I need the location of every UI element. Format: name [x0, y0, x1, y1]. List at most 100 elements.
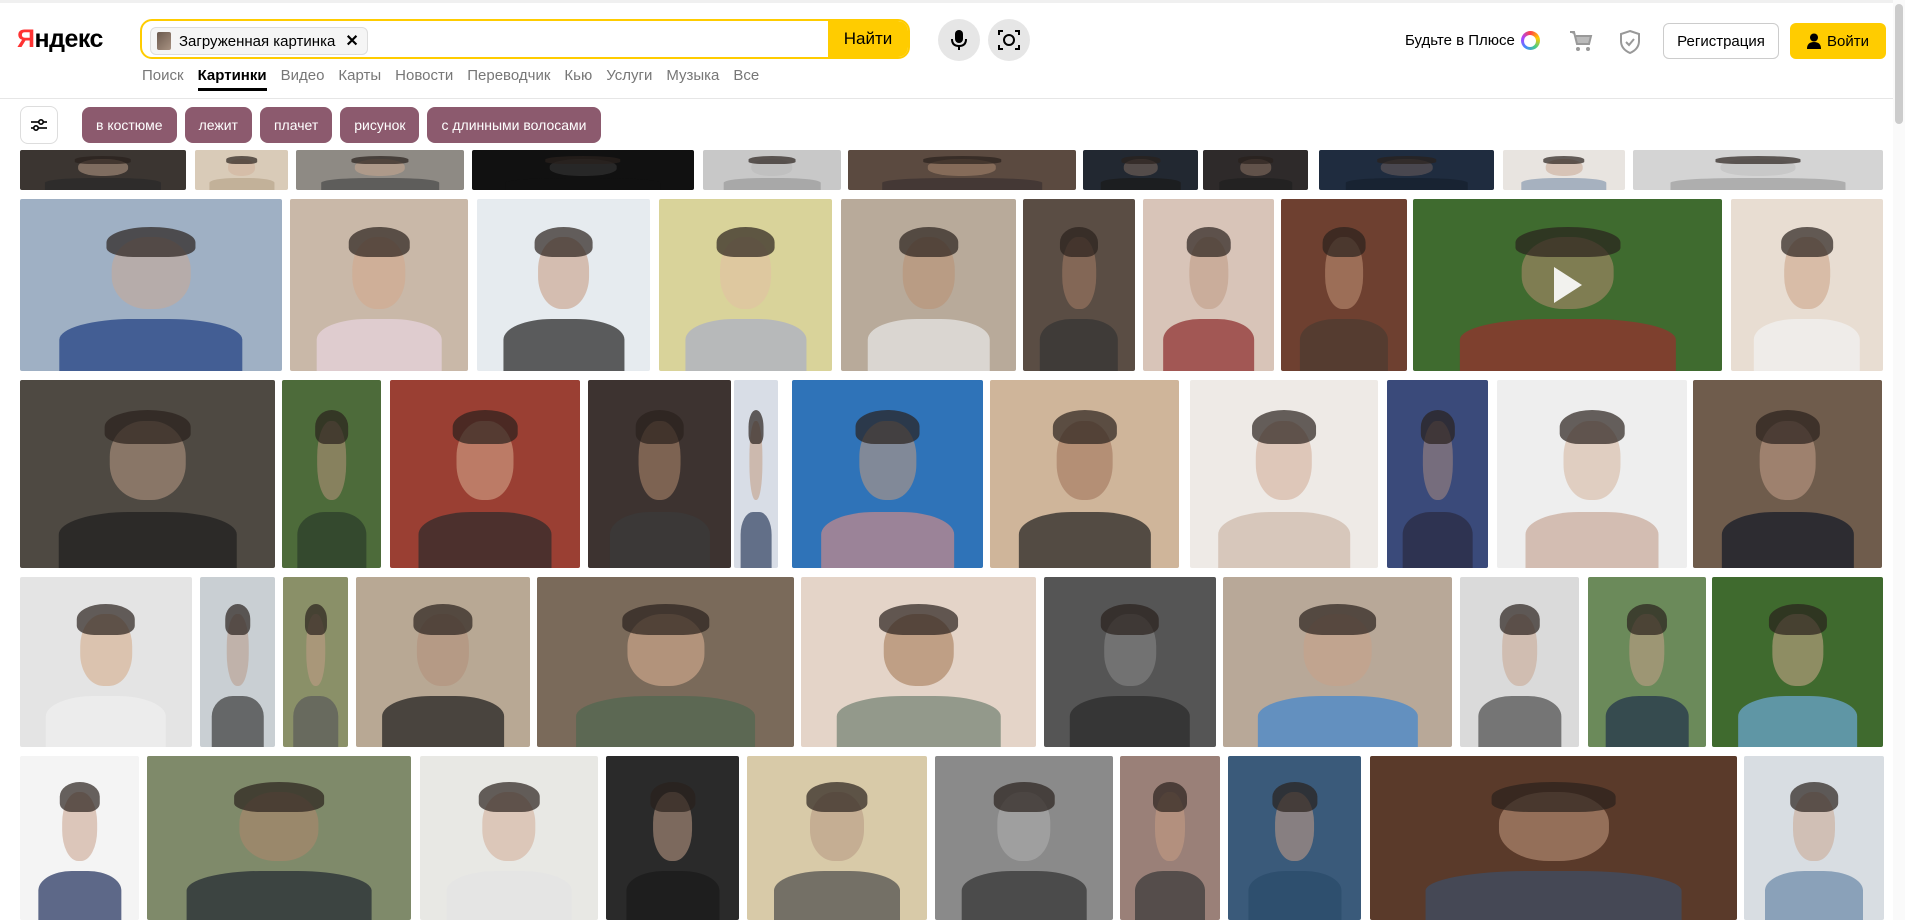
- result-image-partial[interactable]: [703, 150, 841, 190]
- filter-chip-suit[interactable]: в костюме: [82, 107, 177, 143]
- result-image-row1[interactable]: [1281, 199, 1407, 371]
- result-image-row3[interactable]: [1712, 577, 1883, 747]
- photo-subject-body: [502, 319, 625, 371]
- tab-translator[interactable]: Переводчик: [467, 67, 550, 91]
- tab-services[interactable]: Услуги: [606, 67, 652, 91]
- result-image-row2[interactable]: [792, 380, 983, 568]
- result-image-row1[interactable]: [1023, 199, 1135, 371]
- result-image-row2[interactable]: [1190, 380, 1378, 568]
- photo-subject-hair: [1153, 782, 1187, 812]
- result-image-row3[interactable]: [1044, 577, 1216, 747]
- result-image-row3[interactable]: [801, 577, 1036, 747]
- photo-subject-body: [575, 696, 756, 747]
- tab-q[interactable]: Кью: [564, 67, 592, 91]
- result-image-row4[interactable]: [1744, 756, 1884, 920]
- result-image-partial[interactable]: [1203, 150, 1308, 190]
- result-image-row4[interactable]: [747, 756, 927, 920]
- result-image-row3[interactable]: [200, 577, 275, 747]
- login-button[interactable]: Войти: [1790, 23, 1886, 59]
- search-button[interactable]: Найти: [828, 21, 908, 57]
- voice-search-button[interactable]: [938, 19, 980, 61]
- result-image-row1[interactable]: [1731, 199, 1883, 371]
- result-image-row1[interactable]: [1413, 199, 1722, 371]
- filters-toggle-button[interactable]: [20, 106, 58, 144]
- result-image-row4[interactable]: [1228, 756, 1361, 920]
- tab-video[interactable]: Видео: [281, 67, 325, 91]
- result-image-row1[interactable]: [1143, 199, 1274, 371]
- result-image-row3[interactable]: [356, 577, 530, 747]
- photo-subject-body: [1670, 178, 1846, 190]
- photo-subject-hair: [1322, 226, 1366, 258]
- logo-rest: ндекс: [34, 25, 103, 53]
- scrollbar-thumb[interactable]: [1895, 4, 1903, 124]
- result-image-row3[interactable]: [1223, 577, 1452, 747]
- result-image-partial[interactable]: [296, 150, 464, 190]
- result-image-row4[interactable]: [20, 756, 139, 920]
- photo-subject-body: [1018, 511, 1151, 568]
- result-image-row4[interactable]: [420, 756, 598, 920]
- photo-subject-body: [1525, 511, 1659, 568]
- filter-chip-crying[interactable]: плачет: [259, 107, 333, 143]
- filter-chip-drawing[interactable]: рисунок: [340, 107, 420, 143]
- result-image-row1[interactable]: [841, 199, 1016, 371]
- result-image-row1[interactable]: [290, 199, 468, 371]
- search-box[interactable]: Загруженная картинка ✕ Найти: [140, 19, 910, 59]
- tab-music[interactable]: Музыка: [666, 67, 719, 91]
- result-image-row2[interactable]: [734, 380, 778, 568]
- image-search-button[interactable]: [988, 19, 1030, 61]
- result-image-row1[interactable]: [659, 199, 832, 371]
- tab-search[interactable]: Поиск: [142, 67, 184, 91]
- plus-promo-link[interactable]: Будьте в Плюсе: [1405, 31, 1540, 50]
- tab-images[interactable]: Картинки: [197, 67, 267, 91]
- result-image-partial[interactable]: [195, 150, 288, 190]
- result-image-row4[interactable]: [1120, 756, 1220, 920]
- result-image-partial[interactable]: [1503, 150, 1625, 190]
- result-image-row2[interactable]: [990, 380, 1179, 568]
- result-image-row2[interactable]: [20, 380, 275, 568]
- result-image-row1[interactable]: [477, 199, 650, 371]
- photo-subject-body: [740, 511, 772, 568]
- result-image-row2[interactable]: [1497, 380, 1687, 568]
- result-image-row3[interactable]: [537, 577, 794, 747]
- result-image-row2[interactable]: [390, 380, 580, 568]
- result-image-row2[interactable]: [588, 380, 731, 568]
- result-image-partial[interactable]: [1633, 150, 1883, 190]
- result-image-row3[interactable]: [283, 577, 348, 747]
- result-image-row4[interactable]: [606, 756, 739, 920]
- tab-maps[interactable]: Карты: [338, 67, 381, 91]
- result-image-row3[interactable]: [1460, 577, 1579, 747]
- uploaded-image-chip[interactable]: Загруженная картинка ✕: [150, 27, 368, 55]
- filter-chip-long-hair[interactable]: с длинными волосами: [427, 107, 601, 143]
- photo-subject-body: [45, 696, 167, 747]
- chip-close-icon[interactable]: ✕: [345, 31, 358, 51]
- result-image-row4[interactable]: [1370, 756, 1737, 920]
- result-image-row3[interactable]: [1588, 577, 1706, 747]
- photo-subject-hair: [1186, 226, 1231, 258]
- result-image-partial[interactable]: [1319, 150, 1494, 190]
- cart-icon[interactable]: [1568, 29, 1594, 53]
- result-image-row4[interactable]: [147, 756, 411, 920]
- photo-subject-hair: [1715, 156, 1801, 164]
- tab-news[interactable]: Новости: [395, 67, 453, 91]
- shield-icon[interactable]: [1618, 29, 1642, 55]
- result-image-partial[interactable]: [20, 150, 186, 190]
- result-image-row2[interactable]: [282, 380, 381, 568]
- photo-subject-body: [1039, 319, 1119, 371]
- filter-chip-lying[interactable]: лежит: [184, 107, 252, 143]
- yandex-logo[interactable]: Яндекс: [17, 25, 103, 54]
- page-scrollbar[interactable]: [1893, 0, 1905, 920]
- result-image-partial[interactable]: [848, 150, 1076, 190]
- result-image-row4[interactable]: [935, 756, 1113, 920]
- result-image-row2[interactable]: [1693, 380, 1882, 568]
- result-image-row3[interactable]: [20, 577, 192, 747]
- tab-all[interactable]: Все: [733, 67, 759, 91]
- result-image-row1[interactable]: [20, 199, 282, 371]
- photo-subject-hair: [1100, 604, 1160, 635]
- result-image-partial[interactable]: [1083, 150, 1198, 190]
- photo-subject-hair: [1626, 604, 1668, 635]
- play-icon: [1553, 267, 1582, 303]
- result-image-row2[interactable]: [1387, 380, 1488, 568]
- register-button[interactable]: Регистрация: [1663, 23, 1779, 59]
- result-image-partial[interactable]: [472, 150, 694, 190]
- photo-subject-body: [316, 319, 442, 371]
